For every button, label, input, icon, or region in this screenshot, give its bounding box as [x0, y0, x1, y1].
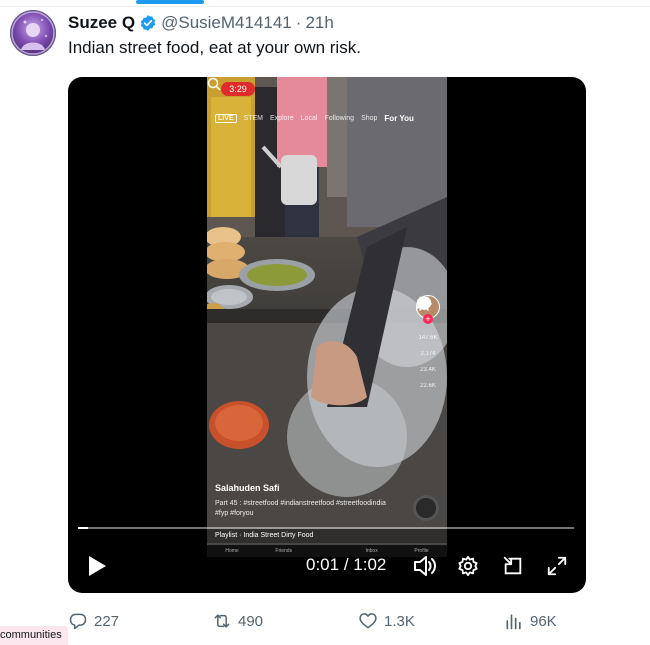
tiktok-music-disc-icon	[413, 495, 439, 521]
volume-icon	[414, 556, 436, 576]
verified-badge-icon	[139, 14, 157, 32]
gear-icon	[458, 555, 478, 577]
tiktok-clock: 3:29	[221, 82, 255, 96]
view-count: 96K	[530, 612, 557, 630]
active-tab-indicator	[136, 0, 204, 4]
tiktok-nav-tab: Shop	[361, 114, 378, 122]
pip-button[interactable]	[498, 551, 528, 581]
tiktok-share-icon	[415, 297, 433, 312]
separator-dot: ·	[295, 13, 302, 32]
current-time: 0:01	[306, 555, 340, 574]
play-icon	[89, 556, 106, 576]
like-button[interactable]: 1.3K	[358, 608, 415, 634]
tiktok-comment-count: 2,174	[420, 351, 436, 357]
fullscreen-button[interactable]	[542, 551, 572, 581]
repost-count: 490	[238, 612, 264, 630]
picture-in-picture-icon	[503, 556, 522, 575]
timestamp[interactable]: 21h	[305, 13, 333, 33]
like-count: 1.3K	[384, 612, 415, 630]
repost-icon	[214, 614, 230, 628]
video-progress-bar[interactable]	[78, 527, 574, 529]
tweet-text: Indian street food, eat at your own risk…	[68, 38, 361, 57]
tiktok-bottom-nav-item: Inbox	[365, 548, 378, 554]
repost-button[interactable]: 490	[212, 608, 263, 634]
reply-count: 227	[94, 612, 120, 630]
reply-button[interactable]: 227	[68, 608, 119, 634]
reply-icon	[69, 613, 87, 630]
tiktok-creator-name: Salahuden Safi	[215, 483, 280, 493]
avatar[interactable]	[10, 10, 56, 56]
video-frame: 3:29 LIVE STEM Explore Local Following S…	[207, 77, 447, 557]
divider	[0, 6, 650, 7]
play-button[interactable]	[82, 551, 112, 581]
analytics-icon	[506, 614, 521, 630]
communities-chip[interactable]: communities	[0, 626, 68, 645]
fullscreen-icon	[547, 556, 567, 576]
tiktok-live-label: LIVE	[215, 113, 237, 123]
tiktok-nav-tab: Following	[324, 114, 355, 122]
duration: 1:02	[353, 555, 387, 574]
tiktok-search-icon	[207, 77, 221, 91]
tiktok-top-nav: LIVE STEM Explore Local Following Shop F…	[215, 111, 440, 125]
user-handle[interactable]: @SusieM414141	[161, 13, 292, 33]
volume-button[interactable]	[410, 551, 440, 581]
tiktok-nav-tab: Local	[300, 114, 318, 122]
tiktok-like-count: 147.6K	[418, 335, 438, 341]
tiktok-nav-tab: Explore	[270, 114, 294, 122]
settings-button[interactable]	[453, 551, 483, 581]
tiktok-bottom-nav-item: Home	[225, 548, 239, 554]
time-separator: /	[339, 555, 354, 574]
tiktok-playlist-bar: Playlist · India Street Dirty Food	[207, 529, 447, 543]
display-name[interactable]: Suzee Q	[68, 13, 135, 33]
tweet-header: Suzee Q @SusieM414141 · 21h	[68, 12, 334, 34]
tiktok-caption: Part 45 : #streetfood #indianstreetfood …	[215, 500, 386, 517]
video-player[interactable]: 3:29 LIVE STEM Explore Local Following S…	[68, 77, 586, 593]
heart-icon	[359, 613, 377, 629]
views-button[interactable]: 96K	[504, 608, 557, 634]
tiktok-nav-tab-active: For You	[384, 113, 414, 123]
video-progress-fill	[78, 527, 88, 529]
tiktok-nav-tab: STEM	[243, 114, 264, 122]
tiktok-bottom-nav-item: Friends	[275, 548, 293, 554]
video-timecode: 0:01 / 1:02	[306, 555, 386, 575]
tiktok-side-actions: + 147.6K 2,174 23.4K 22.6K	[415, 295, 441, 397]
tweet-actions: 227 490 1.3K 96K	[68, 608, 608, 634]
tiktok-share-count: 22.6K	[420, 383, 436, 389]
tiktok-save-count: 23.4K	[420, 367, 436, 373]
